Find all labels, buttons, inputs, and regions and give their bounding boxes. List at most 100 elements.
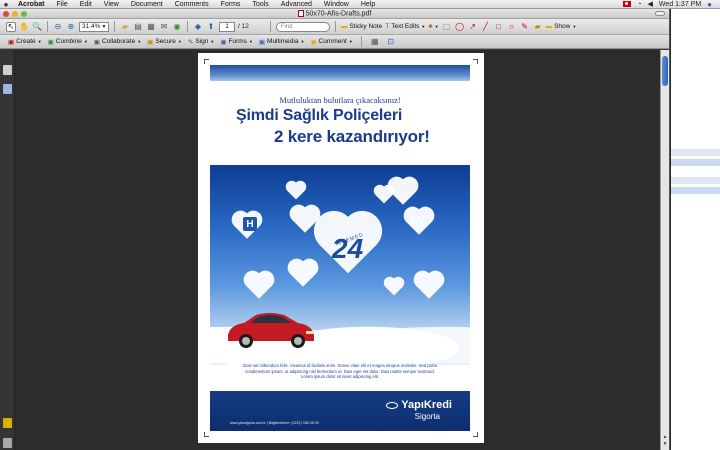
sign-button[interactable]: ✎ Sign ▼	[188, 38, 214, 46]
show-button[interactable]: ▬ Show ▼	[546, 23, 577, 30]
zoom-tool-icon[interactable]: 🔍	[32, 22, 42, 32]
forms-button[interactable]: ▣ Forms ▼	[220, 38, 253, 46]
input-language-icon[interactable]	[623, 1, 632, 7]
menu-help[interactable]: Help	[355, 1, 381, 8]
navigation-pane	[0, 50, 15, 450]
crop-mark	[473, 59, 478, 64]
menu-tools[interactable]: Tools	[246, 1, 274, 8]
window-title: 50x70-Afis-Drafts.pdf	[0, 9, 669, 17]
collaborate-button[interactable]: ▣ Collaborate ▼	[94, 38, 141, 46]
scrollbar-thumb[interactable]	[662, 56, 668, 86]
menu-edit[interactable]: Edit	[74, 1, 98, 8]
volume-icon[interactable]: ◀	[647, 0, 652, 8]
sticky-note-button[interactable]: ▬ Sticky Note	[341, 23, 382, 30]
fit-page-icon[interactable]: ⊡	[386, 37, 396, 47]
menu-forms[interactable]: Forms	[215, 1, 247, 8]
background-window	[671, 9, 720, 450]
vertical-scrollbar[interactable]: ▲ ▼	[660, 50, 669, 450]
sign-label: Sign	[195, 38, 209, 45]
poster-headline-line2: 2 kere kazandırıyor!	[274, 127, 430, 146]
toolbar-toggle-button[interactable]	[655, 11, 665, 16]
zoom-out-icon[interactable]: ⊖	[53, 22, 63, 32]
page-number-input[interactable]: 1	[219, 21, 235, 32]
crop-mark	[204, 432, 209, 437]
apple-icon[interactable]: ●	[0, 0, 12, 9]
task-toolbar: ▣ Create ▼ ▣ Combine ▼ ▣ Collaborate ▼ ▣ Secure…	[0, 35, 669, 49]
comment-button[interactable]: ▣ Comment ▼	[310, 38, 352, 46]
zoom-in-icon[interactable]: ⊕	[66, 22, 76, 32]
heart-cloud	[390, 179, 416, 205]
text-edits-button[interactable]: T Text Edits ▼	[385, 23, 425, 30]
multimedia-label: Multimedia	[267, 38, 299, 45]
find-input[interactable]: Find	[275, 21, 330, 32]
separator	[114, 21, 115, 32]
heart-cloud	[416, 273, 442, 299]
background-row	[671, 149, 720, 156]
sticky-note-icon: ▬	[340, 23, 348, 30]
oval-shape-icon[interactable]: ○	[507, 22, 517, 32]
cloud-shape-icon[interactable]: ◯	[455, 22, 465, 32]
hand-tool-icon[interactable]: ✋	[19, 22, 29, 32]
arrow-shape-icon[interactable]: ↗	[468, 22, 478, 32]
chevron-down-icon: ▼	[177, 39, 182, 44]
crop-mark	[473, 432, 478, 437]
menu-app[interactable]: Acrobat	[12, 1, 50, 8]
callout-icon[interactable]: ⬚	[442, 22, 452, 32]
web-icon[interactable]: ◉	[172, 22, 182, 32]
forms-label: Forms	[228, 38, 247, 45]
menu-window[interactable]: Window	[318, 1, 355, 8]
pencil-icon[interactable]: ✎	[520, 22, 530, 32]
multimedia-button[interactable]: ▣ Multimedia ▼	[259, 38, 305, 46]
combine-button[interactable]: ▣ Combine ▼	[48, 38, 88, 46]
rectangle-shape-icon[interactable]: □	[494, 22, 504, 32]
print-icon[interactable]: ▤	[133, 22, 143, 32]
stamp-tool-button[interactable]: ♣ ▼	[428, 23, 438, 30]
zoom-value: 31.4%	[82, 23, 101, 30]
separator	[360, 36, 362, 47]
background-row	[671, 159, 720, 166]
eraser-icon[interactable]: ▰	[533, 22, 543, 32]
combine-icon: ▣	[47, 38, 54, 46]
zoom-level-select[interactable]: 31.4% ▼	[79, 21, 109, 32]
body-line: Duis nec bibendum felis. Vivamus id faci…	[243, 363, 437, 368]
background-row	[671, 187, 720, 194]
bookmarks-panel-icon[interactable]	[3, 84, 12, 94]
next-page-icon[interactable]: ⬆	[206, 22, 216, 32]
scroll-down-arrow-icon[interactable]: ▼	[662, 441, 668, 447]
menu-comments[interactable]: Comments	[169, 1, 215, 8]
pages-panel-icon[interactable]	[3, 65, 12, 75]
title-bar: 50x70-Afis-Drafts.pdf	[0, 9, 669, 19]
hospital-icon: H	[243, 217, 257, 231]
chevron-down-icon: ▼	[83, 39, 88, 44]
menu-advanced[interactable]: Advanced	[275, 1, 318, 8]
separator	[47, 21, 48, 32]
open-folder-icon[interactable]: ▰	[120, 22, 130, 32]
line-shape-icon[interactable]: ╱	[481, 22, 491, 32]
save-icon[interactable]: ▦	[146, 22, 156, 32]
comments-panel-icon[interactable]	[3, 418, 12, 428]
menu-file[interactable]: File	[50, 1, 73, 8]
scroll-up-arrow-icon[interactable]: ▲	[662, 434, 668, 440]
select-tool-icon[interactable]: ↖	[6, 21, 16, 32]
save-icon[interactable]: ▦	[370, 37, 380, 47]
create-label: Create	[16, 38, 36, 45]
spotlight-icon[interactable]: ●	[707, 0, 712, 9]
attachments-panel-icon[interactable]	[3, 438, 12, 448]
clock[interactable]: Wed 1:37 PM	[659, 1, 701, 8]
menu-bar: ● Acrobat File Edit View Document Commen…	[0, 0, 720, 9]
text-edits-label: Text Edits	[391, 23, 420, 30]
separator	[269, 21, 271, 32]
create-button[interactable]: ▣ Create ▼	[8, 38, 42, 46]
main-toolbar: ↖ ✋ 🔍 ⊖ ⊕ 31.4% ▼ ▰ ▤ ▦ ✉ ◉ ◆ ⬆ 1 / 12 Fi…	[0, 19, 669, 35]
chevron-down-icon: ▼	[300, 39, 305, 44]
previous-page-icon[interactable]: ◆	[193, 22, 203, 32]
chevron-down-icon: ▼	[421, 24, 426, 29]
wifi-icon[interactable]: ◔	[637, 1, 641, 8]
secure-button[interactable]: ▣ Secure ▼	[147, 38, 182, 46]
menu-document[interactable]: Document	[125, 1, 169, 8]
chevron-down-icon: ▼	[434, 24, 439, 29]
menu-view[interactable]: View	[98, 1, 125, 8]
email-icon[interactable]: ✉	[159, 22, 169, 32]
show-label: Show	[554, 23, 571, 30]
crop-mark	[204, 59, 209, 64]
